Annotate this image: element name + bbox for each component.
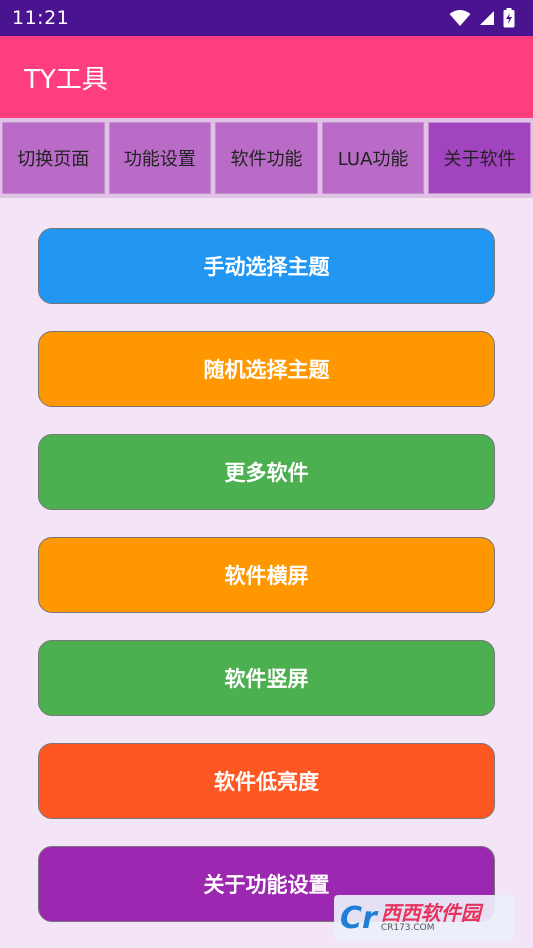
more-software-button[interactable]: 更多软件 [38, 434, 495, 510]
status-time: 11:21 [12, 7, 70, 29]
watermark-logo: Cr [340, 900, 377, 936]
wifi-icon [449, 10, 471, 26]
watermark: Cr 西西软件园 CR173.COM [334, 895, 514, 941]
tab-function-settings[interactable]: 功能设置 [108, 122, 212, 194]
tab-software-functions[interactable]: 软件功能 [215, 122, 318, 194]
button-list: 手动选择主题 随机选择主题 更多软件 软件横屏 软件竖屏 软件低亮度 关于功能设… [38, 228, 495, 948]
tab-lua-functions[interactable]: LUA功能 [321, 122, 425, 194]
manual-theme-button[interactable]: 手动选择主题 [38, 228, 495, 304]
tab-bar: 切换页面 功能设置 软件功能 LUA功能 关于软件 [0, 118, 533, 198]
status-bar: 11:21 [0, 0, 533, 36]
random-theme-button[interactable]: 随机选择主题 [38, 331, 495, 407]
watermark-text: 西西软件园 [380, 900, 481, 925]
tab-switch-page[interactable]: 切换页面 [2, 122, 105, 194]
app-title: TY工具 [24, 64, 108, 95]
portrait-button[interactable]: 软件竖屏 [38, 640, 495, 716]
tab-about-software[interactable]: 关于软件 [428, 122, 531, 194]
low-brightness-button[interactable]: 软件低亮度 [38, 743, 495, 819]
status-icons [449, 8, 515, 28]
watermark-url: CR173.COM [380, 922, 435, 933]
landscape-button[interactable]: 软件横屏 [38, 537, 495, 613]
battery-charging-icon [503, 8, 515, 28]
no-sim-icon [480, 11, 494, 25]
app-bar: TY工具 [0, 36, 533, 118]
